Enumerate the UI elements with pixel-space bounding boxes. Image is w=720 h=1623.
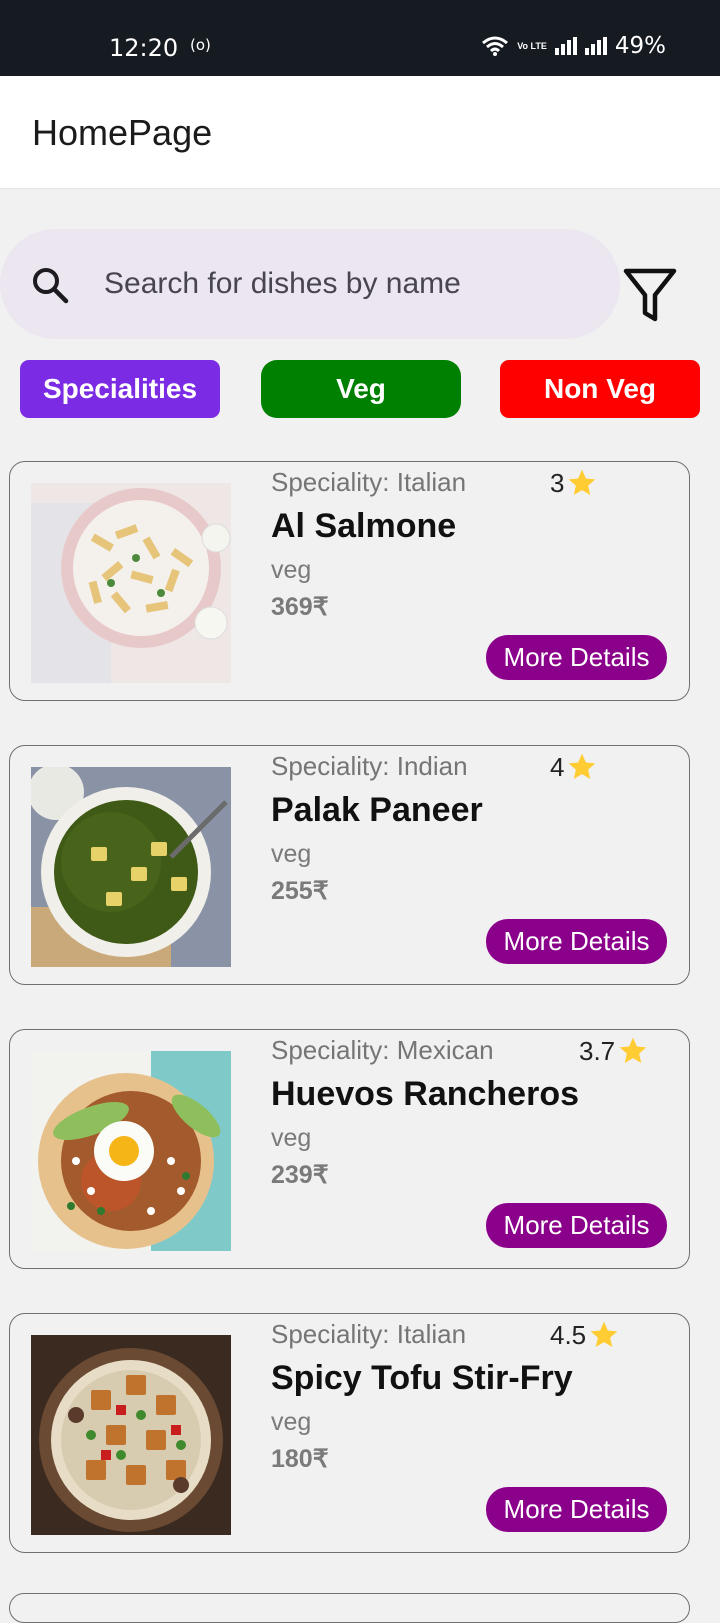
app-bar: HomePage <box>0 76 720 189</box>
dish-speciality: Speciality: Italian <box>271 467 467 497</box>
dish-price: 255₹ <box>271 877 329 905</box>
dish-card[interactable]: Speciality: Italian 3 Al Salmone veg 369… <box>9 461 690 701</box>
veg-button[interactable]: Veg <box>261 360 461 418</box>
dish-speciality: Speciality: Mexican <box>271 1035 494 1065</box>
dish-price: 239₹ <box>271 1161 329 1189</box>
rating-value: 3.7 <box>579 1035 616 1066</box>
dish-diet: veg <box>271 840 312 868</box>
more-details-button[interactable]: More Details <box>486 919 667 964</box>
rating-value: 4.5 <box>550 1319 587 1350</box>
dish-diet: veg <box>271 1408 312 1436</box>
volte-icon: Vo LTE <box>517 41 547 51</box>
signal-icon-1 <box>554 37 577 55</box>
dish-rating: 4.5 <box>550 1319 620 1351</box>
more-details-button[interactable]: More Details <box>486 1203 667 1248</box>
dish-card[interactable]: Speciality: Italian 4.5 Spicy Tofu Stir-… <box>9 1313 690 1553</box>
star-icon <box>569 753 596 779</box>
dish-price: 369₹ <box>271 593 329 621</box>
dish-diet: veg <box>271 1124 312 1152</box>
dish-name: Al Salmone <box>271 507 457 545</box>
dish-name: Huevos Rancheros <box>271 1075 579 1113</box>
star-icon <box>619 1037 647 1063</box>
rating-value: 3 <box>550 467 565 498</box>
search-bar[interactable]: Search for dishes by name <box>0 229 620 339</box>
nfc-icon: (o) <box>190 36 211 54</box>
dish-image-spicy-tofu-stir-fry <box>31 1335 231 1535</box>
more-details-button[interactable]: More Details <box>486 1487 667 1532</box>
status-time: 12:20 <box>109 34 179 62</box>
search-icon <box>33 268 69 304</box>
dish-rating: 3 <box>550 467 598 499</box>
status-bar: 12:20 (o) Vo LTE 49% <box>0 0 720 76</box>
rating-value: 4 <box>550 751 565 782</box>
dish-card-partial[interactable] <box>9 1593 690 1623</box>
status-right-icons: Vo LTE 49% <box>481 33 666 59</box>
dish-card[interactable]: Speciality: Indian 4 Palak Paneer veg 25… <box>9 745 690 985</box>
page-title: HomePage <box>32 112 213 153</box>
dish-image-palak-paneer <box>31 767 231 967</box>
dish-rating: 4 <box>550 751 598 783</box>
dish-image-huevos-rancheros <box>31 1051 231 1251</box>
dish-rating: 3.7 <box>579 1035 649 1067</box>
filter-icon[interactable] <box>622 267 678 323</box>
wifi-icon <box>482 36 509 56</box>
more-details-button[interactable]: More Details <box>486 635 667 680</box>
dish-speciality: Speciality: Indian <box>271 751 468 781</box>
dish-name: Palak Paneer <box>271 791 483 829</box>
dish-diet: veg <box>271 556 312 584</box>
star-icon <box>590 1321 618 1347</box>
specialities-button[interactable]: Specialities <box>20 360 220 418</box>
dish-image-al-salmone <box>31 483 231 683</box>
search-input[interactable]: Search for dishes by name <box>104 267 461 301</box>
battery-percent: 49% <box>614 33 666 59</box>
dish-speciality: Speciality: Italian <box>271 1319 467 1349</box>
dish-card[interactable]: Speciality: Mexican 3.7 Huevos Rancheros… <box>9 1029 690 1269</box>
star-icon <box>569 469 596 495</box>
dish-name: Spicy Tofu Stir-Fry <box>271 1359 573 1397</box>
non-veg-button[interactable]: Non Veg <box>500 360 700 418</box>
dish-price: 180₹ <box>271 1445 329 1473</box>
signal-icon-2 <box>584 37 607 55</box>
